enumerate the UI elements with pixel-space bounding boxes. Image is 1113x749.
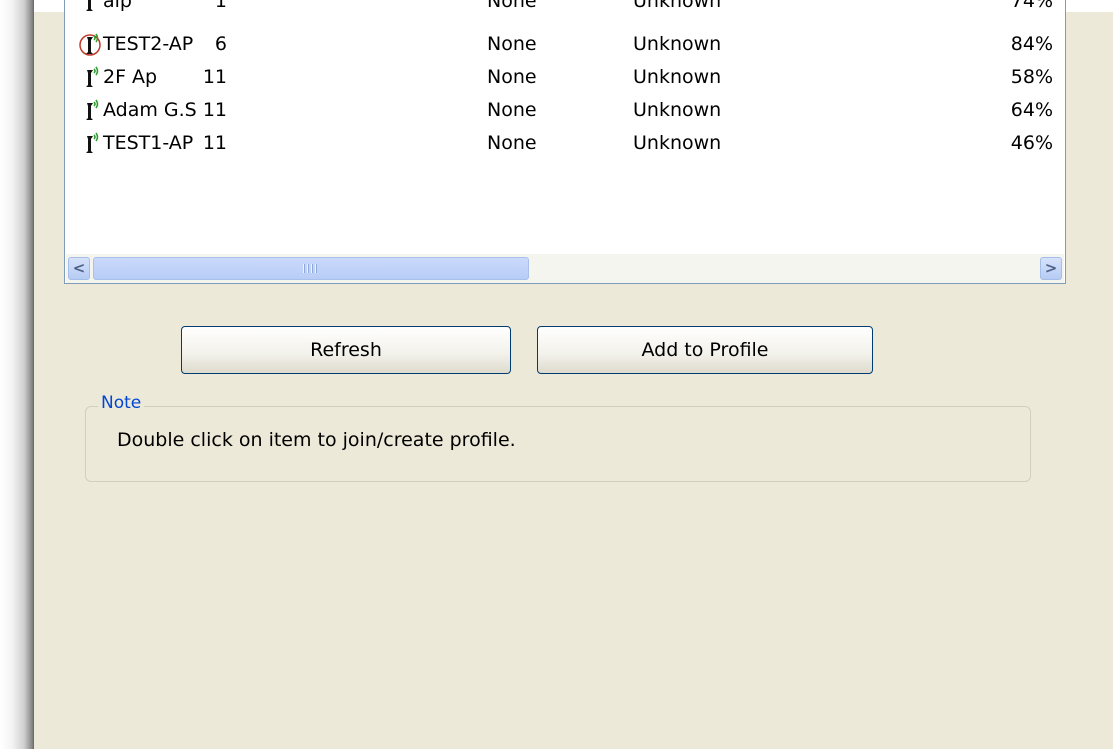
- network-authentication: Unknown: [633, 66, 722, 88]
- network-channel: 11: [202, 99, 227, 121]
- network-authentication: Unknown: [633, 99, 722, 121]
- note-legend: Note: [98, 393, 145, 413]
- network-row[interactable]: 2F Ap 11 None Unknown 58%: [65, 61, 1065, 94]
- network-list[interactable]: alp 1 None Unknown 74% TEST2-AP 6 None Unknown 84…: [64, 0, 1066, 284]
- network-signal: 46%: [1010, 132, 1053, 154]
- network-encryption: None: [487, 33, 537, 55]
- scroll-right-button[interactable]: >: [1040, 257, 1062, 280]
- network-channel: 11: [202, 66, 227, 88]
- horizontal-scrollbar[interactable]: < >: [66, 254, 1064, 283]
- add-to-profile-button[interactable]: Add to Profile: [537, 326, 873, 374]
- network-signal: 74%: [1010, 0, 1053, 12]
- network-channel: 11: [202, 132, 227, 154]
- network-signal: 64%: [1010, 99, 1053, 121]
- wireless-ap-icon: [79, 127, 105, 160]
- network-encryption: None: [487, 132, 537, 154]
- chevron-right-icon: >: [1044, 259, 1058, 277]
- wireless-ap-icon: [79, 0, 105, 18]
- network-channel: 1: [214, 0, 227, 12]
- network-authentication: Unknown: [633, 0, 722, 12]
- scrollbar-grip: [303, 264, 317, 273]
- wireless-ap-icon: [79, 28, 105, 61]
- network-authentication: Unknown: [633, 33, 722, 55]
- network-name: Adam G.S: [103, 99, 197, 121]
- network-row[interactable]: Adam G.S 11 None Unknown 64%: [65, 94, 1065, 127]
- network-encryption: None: [487, 0, 537, 12]
- network-encryption: None: [487, 66, 537, 88]
- network-signal: 58%: [1010, 66, 1053, 88]
- wireless-ap-icon: [79, 94, 105, 127]
- network-name: TEST2-AP: [103, 33, 194, 55]
- network-name: alp: [103, 0, 132, 12]
- network-row[interactable]: alp 1 None Unknown 74%: [65, 0, 1065, 18]
- note-groupbox: Note Double click on item to join/create…: [85, 393, 1031, 482]
- network-authentication: Unknown: [633, 132, 722, 154]
- note-text: Double click on item to join/create prof…: [117, 429, 516, 451]
- scroll-left-button[interactable]: <: [68, 257, 90, 280]
- window-edge: [0, 0, 34, 749]
- wireless-ap-icon: [79, 61, 105, 94]
- scrollbar-thumb[interactable]: [93, 257, 529, 280]
- chevron-left-icon: <: [72, 259, 86, 277]
- network-signal: 84%: [1010, 33, 1053, 55]
- available-networks-panel: alp 1 None Unknown 74% TEST2-AP 6 None Unknown 84…: [34, 0, 1113, 749]
- network-encryption: None: [487, 99, 537, 121]
- network-name: TEST1-AP: [103, 132, 194, 154]
- refresh-button[interactable]: Refresh: [181, 326, 511, 374]
- network-row[interactable]: TEST1-AP 11 None Unknown 46%: [65, 127, 1065, 160]
- network-row[interactable]: TEST2-AP 6 None Unknown 84%: [65, 28, 1065, 61]
- network-channel: 6: [214, 33, 227, 55]
- network-name: 2F Ap: [103, 66, 158, 88]
